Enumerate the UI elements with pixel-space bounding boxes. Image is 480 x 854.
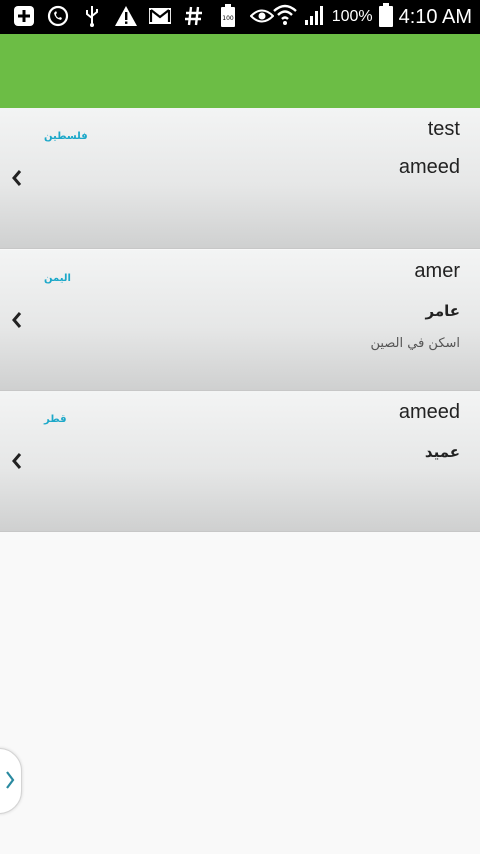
usb-icon (80, 4, 104, 28)
item-subname: عميد (424, 443, 460, 461)
battery-icon (378, 3, 393, 31)
gmail-icon (148, 4, 172, 28)
list-item[interactable]: amer اليمن عامر اسكن في الصين (0, 250, 480, 391)
eye-icon (250, 4, 274, 28)
whatsapp-icon (46, 4, 70, 28)
clock: 4:10 AM (398, 5, 472, 28)
item-subname: ameed (398, 156, 460, 178)
item-name: amer (414, 260, 460, 282)
add-box-icon (12, 4, 36, 28)
wifi-icon (272, 3, 298, 31)
chevron-right-icon (6, 771, 15, 789)
signal-icon (304, 4, 326, 30)
item-name: test (427, 118, 460, 140)
item-country: قطر (44, 414, 67, 425)
hash-icon (182, 4, 206, 28)
svg-text:100: 100 (222, 15, 234, 22)
battery-percent: 100% (331, 8, 373, 25)
warning-icon (114, 4, 138, 28)
chevron-left-icon[interactable] (10, 168, 24, 188)
chevron-left-icon[interactable] (10, 310, 24, 330)
item-name: ameed (398, 401, 460, 423)
item-country: فلسطين (44, 131, 88, 142)
item-description: اسكن في الصين (370, 336, 460, 351)
list-item[interactable]: test فلسطين ameed (0, 108, 480, 249)
app-bar (0, 34, 480, 108)
chevron-left-icon[interactable] (10, 451, 24, 471)
drawer-toggle-button[interactable] (0, 748, 22, 814)
list-item[interactable]: ameed قطر عميد (0, 391, 480, 532)
item-subname: عامر (425, 302, 461, 320)
battery-100-icon: 100 (216, 4, 240, 28)
item-country: اليمن (44, 273, 71, 284)
status-bar: 100 100% 4:10 AM (0, 0, 480, 34)
